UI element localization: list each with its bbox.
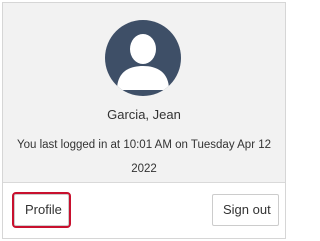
profile-button[interactable]: Profile [14,194,69,226]
last-login-text: You last logged in at 10:01 AM on Tuesda… [16,139,272,175]
user-account-card: Garcia, Jean You last logged in at 10:01… [2,2,286,239]
user-avatar-icon [105,20,181,96]
account-actions: Profile Sign out [3,183,285,238]
sign-out-button[interactable]: Sign out [212,194,279,226]
user-name: Garcia, Jean [107,107,181,122]
user-info-panel: Garcia, Jean You last logged in at 10:01… [3,3,285,183]
